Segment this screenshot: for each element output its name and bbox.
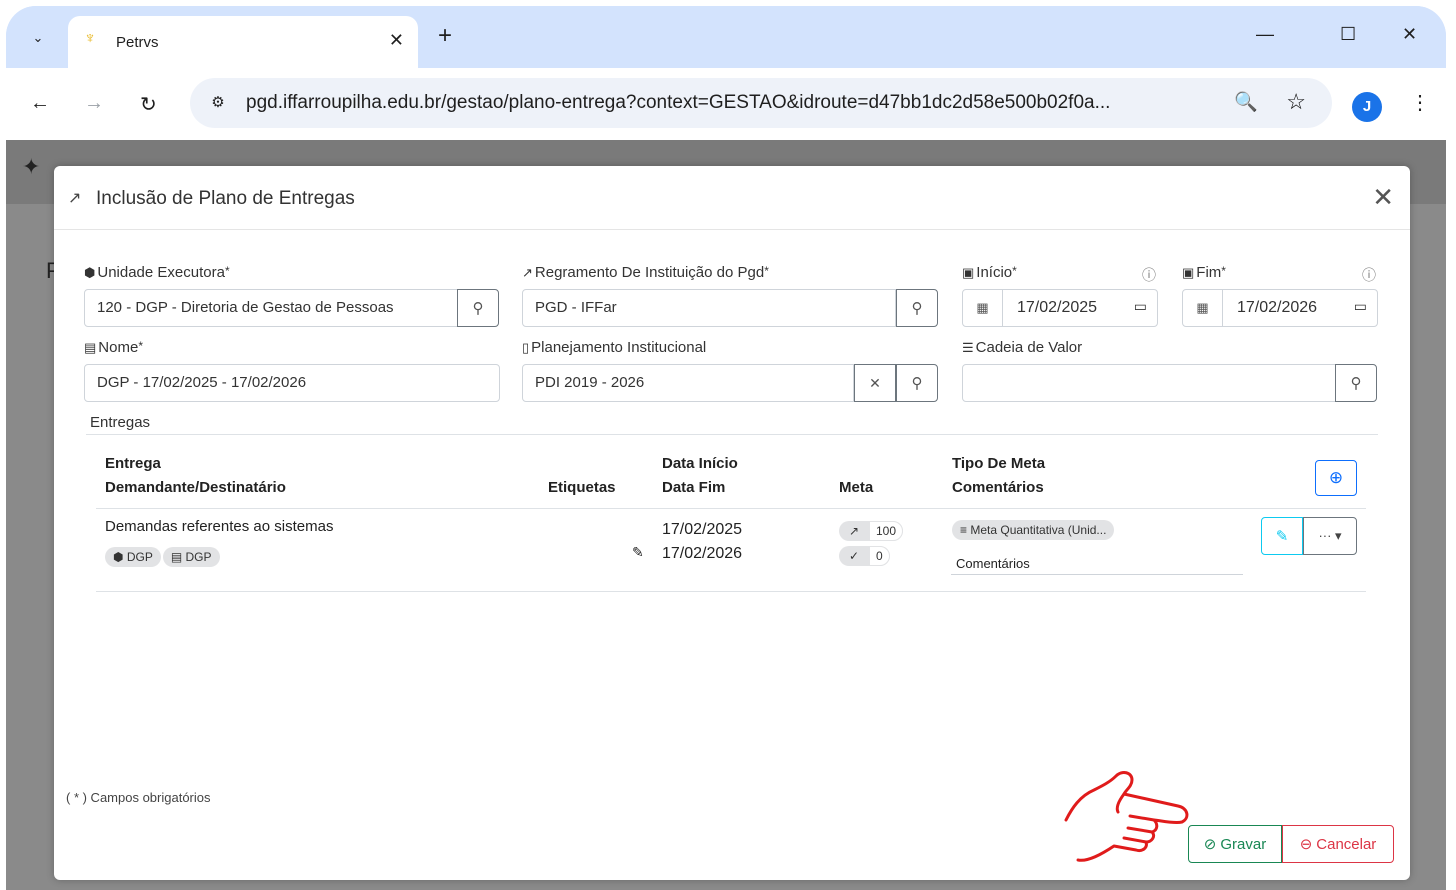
planejamento-label: ▯ Planejamento Institucional [522, 339, 707, 356]
inicio-info-icon[interactable]: ⓘ [1142, 265, 1156, 285]
pointing-hand-icon [1064, 771, 1189, 862]
cadeia-search-button[interactable]: ⚲ [1335, 364, 1377, 402]
search-icon: ⚲ [1350, 375, 1362, 392]
modal-title: Inclusão de Plano de Entregas [96, 188, 355, 209]
table-row-data-fim: 17/02/2026 [662, 545, 743, 562]
search-icon: ⚲ [911, 300, 923, 317]
profile-avatar[interactable]: J [1352, 92, 1382, 122]
date-picker-icon[interactable]: ▭ [1354, 298, 1367, 315]
tab-bar: ⌄ ♆ Petrvs ✕ + — ☐ ✕ [6, 6, 1446, 68]
fim-date-input[interactable]: ▦ 17/02/2026 ▭ [1182, 289, 1378, 327]
list-tree-icon: ☰ [962, 340, 974, 355]
browser-tab[interactable]: ♆ Petrvs ✕ [68, 16, 418, 68]
external-link-icon[interactable]: ↗ [68, 188, 81, 208]
back-icon[interactable]: ← [30, 92, 50, 115]
tab-title: Petrvs [116, 34, 159, 51]
minimize-icon[interactable]: — [1256, 24, 1274, 45]
date-picker-icon[interactable]: ▭ [1134, 298, 1147, 315]
regramento-label: ↗ Regramento De Instituição do Pgd* [522, 264, 769, 281]
tipo-meta-badge: ≡ Meta Quantitativa (Unid... [952, 520, 1115, 540]
check-icon: ✓ [848, 549, 860, 563]
table-row-entrega: Demandas referentes ao sistemas [105, 518, 334, 535]
nome-input[interactable]: DGP - 17/02/2025 - 17/02/2026 [84, 364, 500, 402]
entregas-section-label: Entregas [90, 414, 151, 431]
maximize-icon[interactable]: ☐ [1340, 24, 1356, 45]
section-divider [86, 434, 1378, 435]
check-circle-icon: ⊘ [1203, 836, 1217, 853]
cancel-button[interactable]: ⊖ Cancelar [1282, 825, 1394, 863]
inicio-date-input[interactable]: ▦ 17/02/2025 ▭ [962, 289, 1158, 327]
col-entrega-header: Entrega Demandante/Destinatário [105, 455, 286, 496]
chart-icon: ↗ [848, 524, 860, 538]
reload-icon[interactable]: ↻ [140, 92, 157, 117]
meta-realizada-badge: ✓ 0 [839, 546, 890, 566]
site-info-icon[interactable]: ⚙ [204, 90, 232, 116]
close-modal-icon[interactable]: ✕ [1372, 182, 1394, 213]
save-button[interactable]: ⊘ Gravar [1188, 825, 1282, 863]
app-logo-icon: ✦ [22, 154, 41, 179]
edit-dates-icon[interactable]: ✎ [632, 540, 644, 564]
fim-info-icon[interactable]: ⓘ [1362, 265, 1376, 285]
comentarios-underline [951, 574, 1243, 575]
search-icon: ⚲ [472, 300, 484, 317]
inicio-label: ▣ Início* [962, 264, 1017, 281]
table-header-divider [96, 508, 1366, 509]
zoom-icon[interactable]: 🔍 [1234, 90, 1258, 114]
regramento-search-button[interactable]: ⚲ [896, 289, 938, 327]
cadeia-input[interactable] [962, 364, 1336, 402]
calendar-icon: ▣ [1182, 265, 1195, 280]
calendar-icon: ▣ [962, 265, 975, 280]
table-row-divider [96, 591, 1366, 592]
regramento-input[interactable]: PGD - IFFar [522, 289, 896, 327]
meta-planejada-badge: ↗ 100 [839, 521, 904, 541]
add-entrega-button[interactable]: ⊕ [1315, 460, 1357, 496]
more-actions-button[interactable]: ··· ▾ [1303, 517, 1357, 555]
bookmark-star-icon[interactable]: ☆ [1286, 89, 1306, 115]
minus-circle-icon: ⊖ [1299, 836, 1313, 853]
clear-icon: ✕ [869, 374, 881, 391]
unit-icon: ⬢ [84, 265, 96, 280]
table-row-data-inicio: 17/02/2025 [662, 521, 743, 538]
close-window-icon[interactable]: ✕ [1402, 24, 1417, 45]
modal-header: ↗ Inclusão de Plano de Entregas ✕ [54, 166, 1410, 230]
col-etiquetas-header: Etiquetas [548, 479, 616, 496]
col-datas-header: Data Início Data Fim [662, 455, 738, 496]
fim-label: ▣ Fim* [1182, 264, 1226, 281]
petrvs-favicon-icon: ♆ [84, 30, 96, 47]
browser-menu-icon[interactable]: ⋮ [1410, 90, 1430, 115]
address-bar[interactable]: ⚙ pgd.iffarroupilha.edu.br/gestao/plano-… [190, 78, 1332, 128]
close-tab-icon[interactable]: ✕ [389, 30, 404, 51]
nome-label: ▤ Nome* [84, 339, 143, 356]
col-tipo-meta-header: Tipo De Meta Comentários [952, 455, 1046, 496]
edit-icon: ✎ [1275, 528, 1289, 545]
planejamento-search-button[interactable]: ⚲ [896, 364, 938, 402]
chart-icon: ↗ [522, 265, 533, 280]
calendar-icon: ▦ [963, 290, 1003, 326]
calendar-icon: ▦ [1183, 290, 1223, 326]
plus-circle-icon: ⊕ [1328, 468, 1344, 487]
journal-icon: ▯ [522, 340, 530, 355]
unidade-label: ⬢ Unidade Executora* [84, 264, 230, 281]
edit-entrega-button[interactable]: ✎ [1261, 517, 1303, 555]
demandante-tag: ⬢ DGP [105, 547, 161, 567]
search-icon: ⚲ [911, 375, 923, 392]
planejamento-input[interactable]: PDI 2019 - 2026 [522, 364, 854, 402]
cadeia-label: ☰ Cadeia de Valor [962, 339, 1083, 356]
col-meta-header: Meta [839, 479, 874, 496]
textbox-icon: ▤ [84, 340, 97, 355]
table-row-tags: ⬢ DGP ▤ DGP [105, 545, 222, 569]
unidade-input[interactable]: 120 - DGP - Diretoria de Gestao de Pesso… [84, 289, 458, 327]
destinatario-tag: ▤ DGP [162, 547, 220, 567]
plano-entrega-modal: ↗ Inclusão de Plano de Entregas ✕ ⬢ Unida… [54, 166, 1410, 880]
comentarios-text: Comentários [956, 556, 1030, 571]
required-fields-note: ( * ) Campos obrigatórios [66, 790, 211, 805]
tab-search-dropdown-icon[interactable]: ⌄ [24, 24, 52, 52]
more-dots-icon: ··· ▾ [1318, 528, 1342, 543]
url-text[interactable]: pgd.iffarroupilha.edu.br/gestao/plano-en… [246, 92, 1110, 114]
browser-toolbar: ← → ↻ ⚙ pgd.iffarroupilha.edu.br/gestao/… [6, 68, 1446, 140]
new-tab-icon[interactable]: + [438, 22, 452, 50]
unidade-search-button[interactable]: ⚲ [457, 289, 499, 327]
planejamento-clear-button[interactable]: ✕ [854, 364, 896, 402]
forward-icon[interactable]: → [84, 92, 104, 115]
